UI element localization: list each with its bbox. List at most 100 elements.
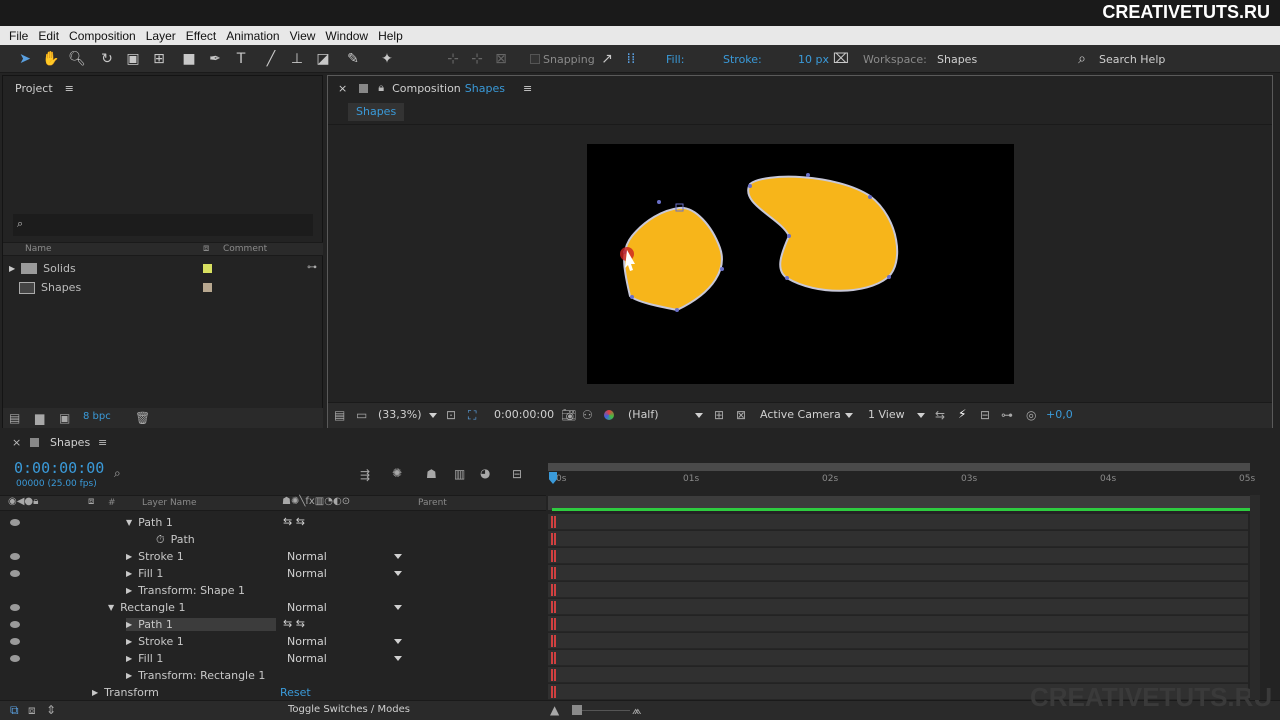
rectangle-tool-icon[interactable]: ■ — [180, 50, 198, 68]
timeline-layer-row[interactable]: ▶ Transform: Shape 1 — [0, 582, 546, 599]
timeline-icon[interactable]: ⊟ — [980, 408, 990, 422]
bpc-button[interactable]: 8 bpc — [83, 411, 111, 422]
timeline-layer-row[interactable]: ▶ Transform: Rectangle 1 — [0, 667, 546, 684]
color-channels-icon[interactable] — [604, 410, 614, 420]
always-preview-icon[interactable]: ▤ — [334, 408, 345, 422]
view-layout-chevron-down-icon[interactable] — [917, 413, 925, 418]
layer-in-marker[interactable] — [551, 618, 556, 630]
hand-tool-icon[interactable]: ✋ — [42, 50, 60, 68]
interpret-footage-icon[interactable]: ▤ — [9, 411, 20, 425]
timeline-layer-row[interactable]: ▶ Transform Reset — [0, 684, 546, 701]
expand-triangle-icon[interactable]: ▶ — [126, 637, 132, 646]
search-icon[interactable]: ⌕ — [1073, 50, 1091, 68]
camera-tool-icon[interactable]: ▣ — [124, 50, 142, 68]
close-icon[interactable]: × — [12, 436, 21, 449]
menu-view[interactable]: View — [285, 29, 321, 43]
visibility-eye-icon[interactable] — [10, 621, 20, 628]
menu-layer[interactable]: Layer — [141, 29, 181, 43]
modes-toggle-icon[interactable]: ⧈ — [28, 703, 36, 718]
visibility-eye-icon[interactable] — [10, 570, 20, 577]
type-tool-icon[interactable]: T — [232, 50, 250, 68]
layer-in-marker[interactable] — [551, 550, 556, 562]
stroke-label[interactable]: Stroke: — [723, 53, 762, 66]
stroke-width-value[interactable]: 10 px — [798, 53, 829, 66]
snapshot-camera-icon[interactable]: 📷︎ — [561, 408, 576, 422]
lock-icon[interactable]: 🔒︎ — [378, 81, 384, 95]
timeline-layer-row[interactable]: ▶ Fill 1 Normal — [0, 650, 546, 667]
zoom-slider-thumb[interactable] — [572, 705, 582, 715]
shy-layers-icon[interactable]: ☗ — [426, 467, 437, 481]
composition-canvas[interactable] — [587, 144, 1014, 384]
layer-switches-toggle-icon[interactable]: ⧉ — [10, 703, 19, 718]
left-shape-path[interactable] — [623, 206, 723, 312]
panel-menu-icon[interactable]: ≡ — [65, 82, 74, 95]
graph-editor-icon[interactable]: ⊟ — [512, 467, 522, 481]
expand-triangle-icon[interactable]: ▶ — [126, 569, 132, 578]
layer-in-marker[interactable] — [551, 601, 556, 613]
fast-previews-icon[interactable]: ⚡ — [958, 407, 966, 421]
transparency-grid-icon[interactable]: ⊠ — [736, 408, 746, 422]
collapse-triangle-icon[interactable]: ▼ — [108, 603, 114, 612]
layer-in-marker[interactable] — [551, 567, 556, 579]
selection-tool-icon[interactable]: ➤ — [16, 50, 34, 68]
zoom-slider-track[interactable] — [582, 710, 630, 711]
shapes-layer-svg[interactable] — [587, 144, 1014, 384]
exposure-value[interactable]: +0,0 — [1046, 408, 1073, 421]
flowchart-icon[interactable]: ⊶ — [307, 262, 317, 273]
timeline-layer-row[interactable]: ▶ Stroke 1 Normal — [0, 633, 546, 650]
new-composition-icon[interactable]: ▣ — [59, 411, 70, 425]
blend-mode-select[interactable]: Normal — [287, 567, 327, 580]
comment-column-header[interactable]: Comment — [223, 244, 267, 254]
show-snapshot-icon[interactable]: ⚇ — [582, 408, 593, 422]
blend-mode-chevron-down-icon[interactable] — [394, 571, 402, 576]
brush-tool-icon[interactable]: ╱ — [262, 50, 280, 68]
region-of-interest-icon[interactable]: ⊞ — [714, 408, 724, 422]
expand-triangle-icon[interactable]: ▶ — [126, 620, 132, 629]
composition-tab-name[interactable]: Shapes — [465, 82, 505, 95]
timeline-track[interactable] — [548, 599, 1248, 615]
menu-effect[interactable]: Effect — [181, 29, 221, 43]
layer-in-marker[interactable] — [551, 686, 556, 698]
name-column-header[interactable]: Name — [25, 244, 52, 254]
expand-triangle-icon[interactable]: ▶ — [126, 586, 132, 595]
composition-tab-prefix[interactable]: Composition — [392, 82, 461, 95]
visibility-eye-icon[interactable] — [10, 604, 20, 611]
frame-blending-icon[interactable]: ▥ — [454, 467, 465, 481]
timeline-track[interactable] — [548, 667, 1248, 683]
timeline-track[interactable] — [548, 531, 1248, 547]
layer-switches-icons[interactable]: ☗✺╲fx▥◔◐⊙ — [282, 496, 350, 507]
title-safe-icon[interactable]: ⛶ — [468, 408, 476, 423]
flowchart-icon[interactable]: ⊶ — [1001, 408, 1013, 422]
blend-mode-chevron-down-icon[interactable] — [394, 639, 402, 644]
snap-edges-icon[interactable]: ↗ — [598, 50, 616, 68]
timeline-track[interactable] — [548, 514, 1248, 530]
visibility-eye-icon[interactable] — [10, 553, 20, 560]
label-tag-icon[interactable]: ⧈ — [203, 243, 209, 254]
reset-exposure-icon[interactable]: ◎ — [1026, 408, 1036, 422]
stopwatch-icon[interactable]: ⏱ — [156, 533, 165, 547]
snapping-checkbox[interactable] — [530, 54, 540, 64]
expand-triangle-icon[interactable]: ▶ — [126, 671, 132, 680]
pen-tool-icon[interactable]: ✒ — [206, 50, 224, 68]
path-direction-icon[interactable]: ⇆ ⇆ — [283, 515, 305, 528]
timeline-track[interactable] — [548, 616, 1248, 632]
panel-menu-icon[interactable]: ≡ — [523, 82, 532, 95]
pan-behind-tool-icon[interactable]: ⊞ — [150, 50, 168, 68]
layer-in-marker[interactable] — [551, 652, 556, 664]
timeline-layer-row[interactable]: ▶ Stroke 1 Normal — [0, 548, 546, 565]
timeline-track[interactable] — [548, 650, 1248, 666]
zoom-in-icon[interactable]: ⩕ — [632, 703, 641, 718]
visibility-eye-icon[interactable] — [10, 519, 20, 526]
timeline-layer-row[interactable]: ▶ Fill 1 Normal — [0, 565, 546, 582]
menu-composition[interactable]: Composition — [64, 29, 141, 43]
resolution-select[interactable]: (Half) — [628, 408, 659, 421]
zoom-tool-icon[interactable]: 🔍︎ — [68, 50, 86, 68]
draft-3d-icon[interactable]: ✺ — [392, 466, 402, 480]
blend-mode-select[interactable]: Normal — [287, 635, 327, 648]
close-icon[interactable]: × — [338, 82, 347, 95]
layer-name-header[interactable]: Layer Name — [142, 498, 197, 508]
menu-window[interactable]: Window — [320, 29, 373, 43]
work-area-bar[interactable] — [548, 463, 1250, 471]
timeline-layer-row[interactable]: ▼ Path 1 ⇆ ⇆ — [0, 514, 546, 531]
expand-triangle-icon[interactable]: ▶ — [92, 688, 98, 697]
